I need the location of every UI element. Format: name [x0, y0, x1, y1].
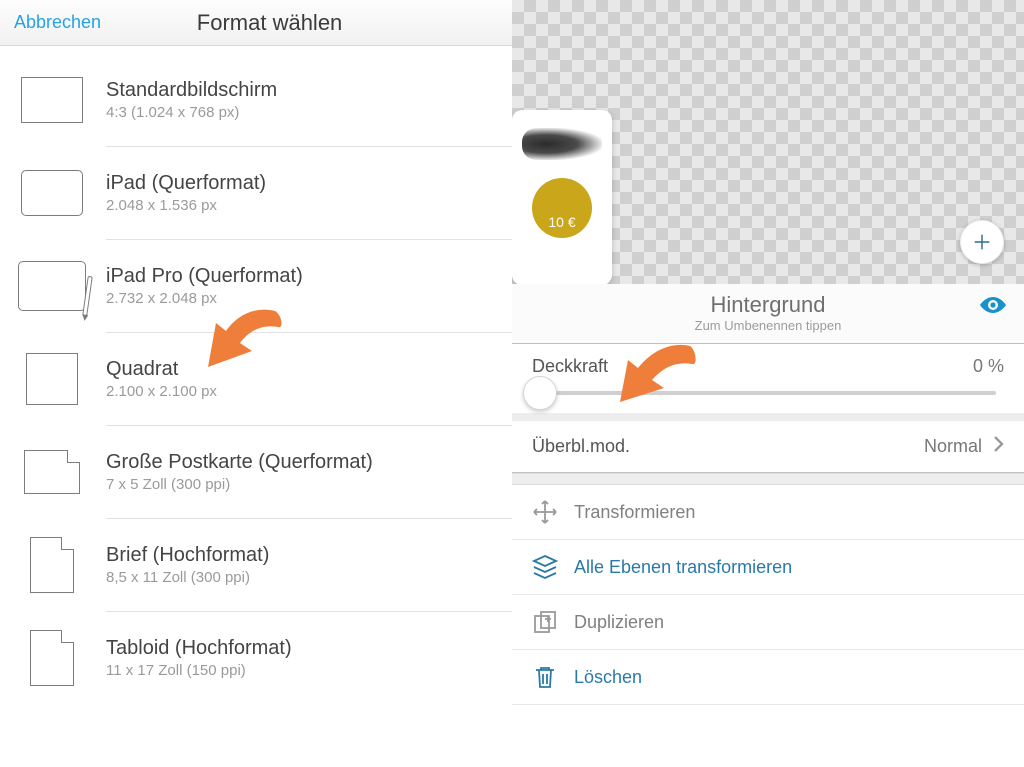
delete-button[interactable]: Löschen	[512, 650, 1024, 705]
section-gap	[512, 473, 1024, 485]
add-layer-button[interactable]	[960, 220, 1004, 264]
format-sub: 8,5 x 11 Zoll (300 ppi)	[106, 569, 498, 586]
format-name: Tabloid (Hochformat)	[106, 637, 498, 660]
layers-icon	[532, 554, 558, 580]
format-standard[interactable]: Standardbildschirm 4:3 (1.024 x 768 px)	[0, 54, 512, 146]
slider-thumb[interactable]	[523, 376, 557, 410]
duplicate-button[interactable]: Duplizieren	[512, 595, 1024, 650]
layer-tools: Transformieren Alle Ebenen transformiere…	[512, 485, 1024, 705]
blend-value: Normal	[924, 436, 982, 457]
layer-title: Hintergrund	[562, 292, 974, 318]
thumb-tabloid-icon	[18, 630, 86, 686]
thumb-standard-icon	[18, 72, 86, 128]
opacity-label: Deckkraft	[532, 356, 608, 377]
transform-button[interactable]: Transformieren	[512, 485, 1024, 540]
format-name: iPad (Querformat)	[106, 172, 498, 195]
plus-icon	[971, 231, 993, 253]
format-square[interactable]: Quadrat 2.100 x 2.100 px	[0, 333, 512, 425]
format-chooser-pane: Abbrechen Format wählen Standardbildschi…	[0, 0, 512, 767]
price-badge: 10 €	[532, 178, 592, 238]
thumb-letter-icon	[18, 537, 86, 593]
tool-label: Transformieren	[574, 502, 695, 523]
preview-card: 10 €	[512, 110, 612, 284]
format-name: Standardbildschirm	[106, 79, 498, 102]
brush-stroke-icon	[522, 128, 602, 160]
visibility-toggle[interactable]	[978, 294, 1008, 321]
thumb-postcard-icon	[18, 444, 86, 500]
format-sub: 11 x 17 Zoll (150 ppi)	[106, 662, 498, 679]
format-name: Brief (Hochformat)	[106, 544, 498, 567]
format-ipad-pro[interactable]: iPad Pro (Querformat) 2.732 x 2.048 px	[0, 240, 512, 332]
trash-icon	[532, 664, 558, 690]
format-postcard[interactable]: Große Postkarte (Querformat) 7 x 5 Zoll …	[0, 426, 512, 518]
thumb-ipad-icon	[18, 165, 86, 221]
format-sub: 2.732 x 2.048 px	[106, 290, 498, 307]
thumb-ipadpro-icon	[18, 258, 86, 314]
canvas-preview: 10 €	[512, 0, 1024, 284]
format-header: Abbrechen Format wählen	[0, 0, 512, 46]
format-title: Format wählen	[41, 10, 498, 36]
format-name: iPad Pro (Querformat)	[106, 265, 498, 288]
format-name: Große Postkarte (Querformat)	[106, 451, 498, 474]
opacity-value: 0 %	[973, 356, 1004, 377]
format-ipad[interactable]: iPad (Querformat) 2.048 x 1.536 px	[0, 147, 512, 239]
format-list: Standardbildschirm 4:3 (1.024 x 768 px) …	[0, 46, 512, 704]
format-sub: 2.100 x 2.100 px	[106, 383, 498, 400]
opacity-row: Deckkraft 0 %	[512, 344, 1024, 421]
opacity-slider[interactable]	[540, 391, 996, 395]
tool-label: Duplizieren	[574, 612, 664, 633]
layer-header[interactable]: Hintergrund Zum Umbenennen tippen	[512, 284, 1024, 344]
format-tabloid[interactable]: Tabloid (Hochformat) 11 x 17 Zoll (150 p…	[0, 612, 512, 704]
tool-label: Alle Ebenen transformieren	[574, 557, 792, 578]
format-letter[interactable]: Brief (Hochformat) 8,5 x 11 Zoll (300 pp…	[0, 519, 512, 611]
transform-all-button[interactable]: Alle Ebenen transformieren	[512, 540, 1024, 595]
format-sub: 7 x 5 Zoll (300 ppi)	[106, 476, 498, 493]
eye-icon	[978, 294, 1008, 316]
annotation-arrow-icon	[612, 340, 702, 423]
blend-label: Überbl.mod.	[532, 436, 630, 457]
tool-label: Löschen	[574, 667, 642, 688]
layer-rename-hint: Zum Umbenennen tippen	[562, 318, 974, 333]
layer-panel-pane: 10 € Hintergrund Zum Umbenennen tippen D…	[512, 0, 1024, 767]
chevron-right-icon	[992, 435, 1004, 458]
format-sub: 2.048 x 1.536 px	[106, 197, 498, 214]
blend-mode-row[interactable]: Überbl.mod. Normal	[512, 421, 1024, 473]
move-icon	[532, 499, 558, 525]
duplicate-icon	[532, 609, 558, 635]
format-sub: 4:3 (1.024 x 768 px)	[106, 104, 498, 121]
format-name: Quadrat	[106, 358, 498, 381]
thumb-square-icon	[18, 351, 86, 407]
